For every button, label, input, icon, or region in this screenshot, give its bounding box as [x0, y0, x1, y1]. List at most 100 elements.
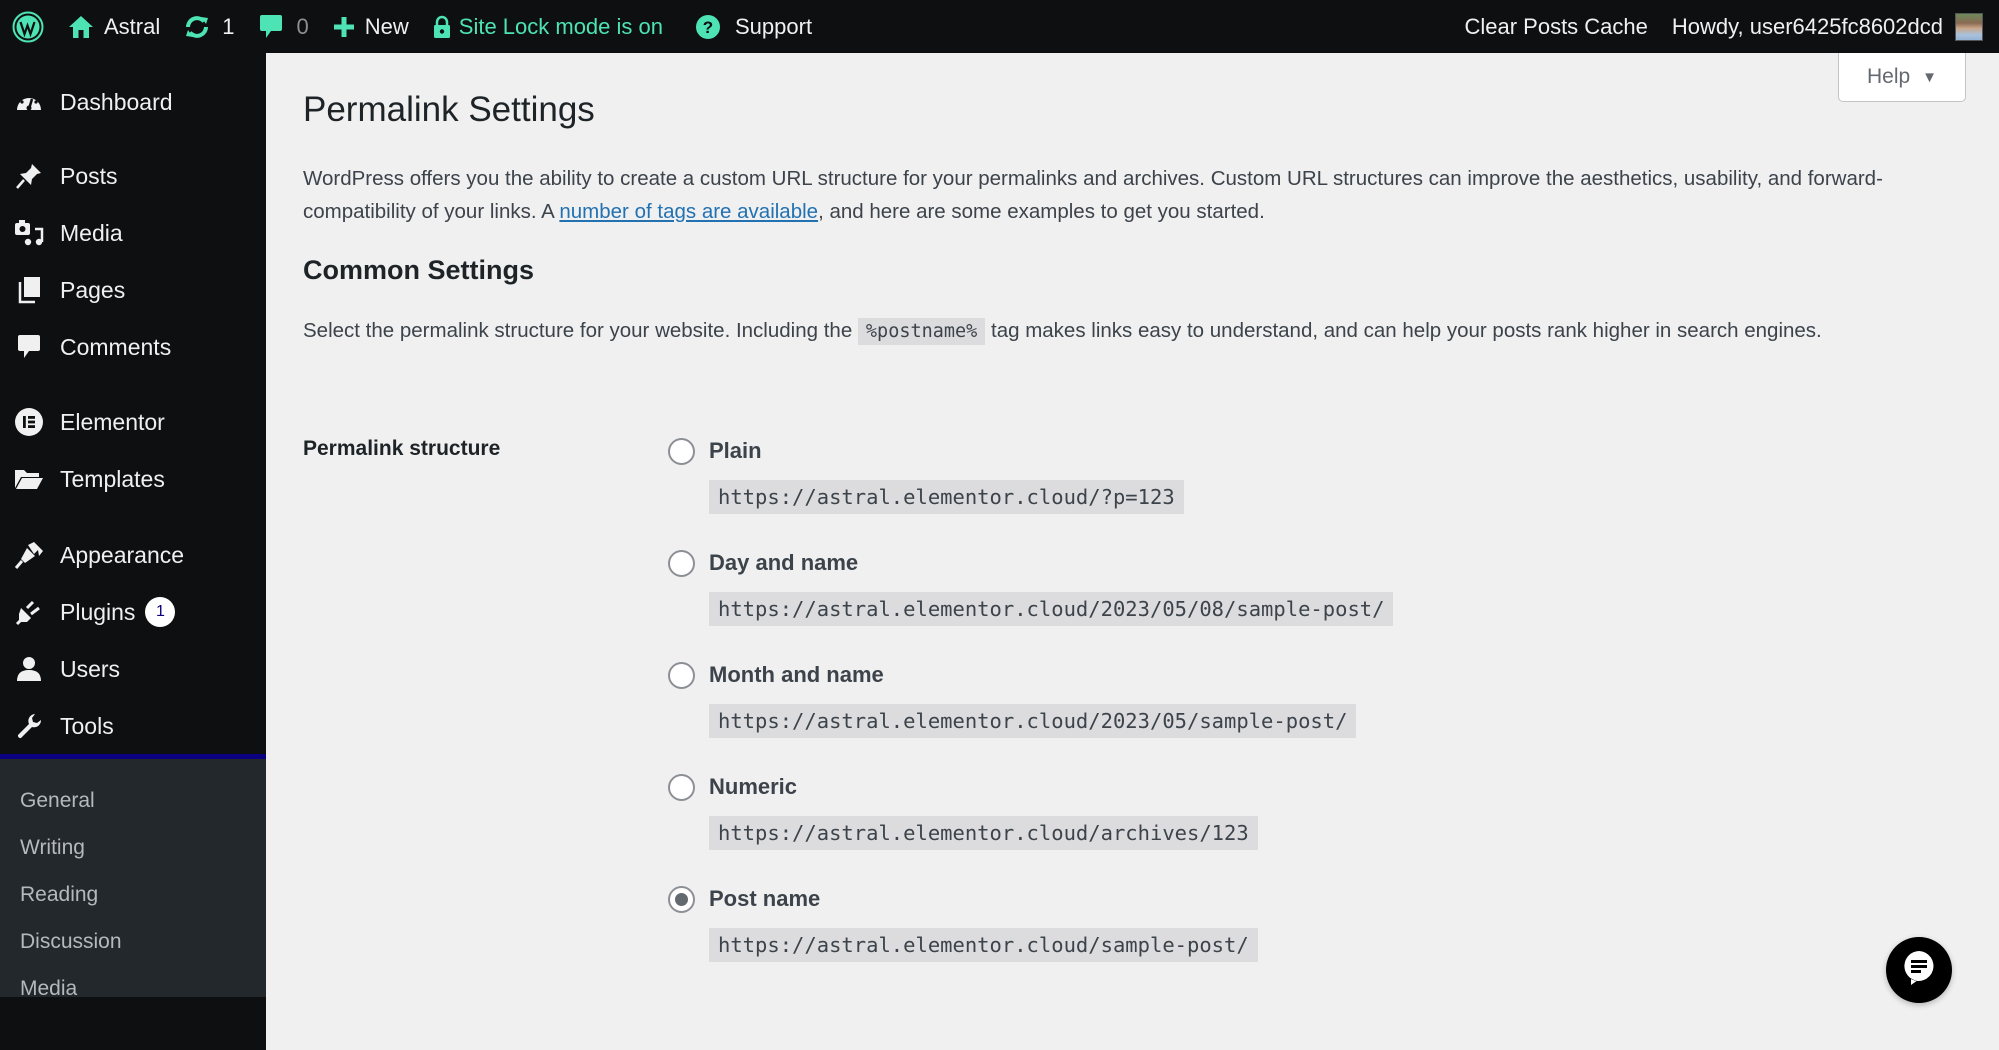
avatar: [1955, 12, 1983, 41]
help-tab-button[interactable]: Help ▼: [1838, 53, 1966, 102]
common-settings-description: Select the permalink structure for your …: [303, 315, 1963, 349]
postname-tag: %postname%: [857, 318, 986, 345]
site-name-menu[interactable]: Astral: [56, 0, 172, 53]
sidebar-label: Comments: [60, 333, 172, 360]
sidebar-item-users[interactable]: Users: [0, 641, 266, 697]
support-label: Support: [735, 13, 813, 39]
home-icon: [68, 14, 94, 40]
dashboard-icon: [14, 87, 44, 117]
site-lock-menu[interactable]: Site Lock mode is on: [421, 0, 675, 53]
comments-menu[interactable]: 0: [247, 0, 321, 53]
plain-radio-row[interactable]: Plain: [668, 436, 1184, 466]
option-month-and-name: Month and name https://astral.elementor.…: [668, 660, 1357, 738]
sidebar-item-dashboard[interactable]: Dashboard: [0, 74, 266, 130]
site-name: Astral: [104, 13, 161, 39]
sidebar-label: Users: [60, 655, 121, 682]
support-menu[interactable]: ? Support: [683, 0, 824, 53]
my-account-menu[interactable]: Howdy, user6425fc8602dcd: [1660, 0, 1999, 53]
chat-support-button[interactable]: [1886, 937, 1952, 1003]
wp-logo-menu[interactable]: [0, 0, 56, 53]
elementor-icon: [14, 407, 44, 437]
comment-icon: [259, 13, 283, 41]
sidebar-label: Media: [60, 219, 123, 246]
day-and-name-radio[interactable]: [668, 549, 695, 577]
folder-icon: [14, 464, 44, 494]
submenu-discussion[interactable]: Discussion: [20, 930, 122, 954]
option-label: Month and name: [709, 662, 884, 687]
submenu-media[interactable]: Media: [20, 977, 77, 1001]
option-example-url: https://astral.elementor.cloud/2023/05/s…: [709, 704, 1357, 738]
option-post-name: Post name https://astral.elementor.cloud…: [668, 884, 1258, 962]
sidebar-item-appearance[interactable]: Appearance: [0, 527, 266, 583]
sidebar-item-comments[interactable]: Comments: [0, 319, 266, 375]
sidebar-label: Pages: [60, 276, 126, 303]
new-content-menu[interactable]: New: [321, 0, 421, 53]
svg-text:?: ?: [703, 18, 713, 37]
site-lock-label: Site Lock mode is on: [458, 13, 663, 39]
sidebar-label: Elementor: [60, 408, 165, 435]
option-example-url: https://astral.elementor.cloud/archives/…: [709, 816, 1258, 850]
lock-icon: [433, 15, 451, 39]
admin-bar: Astral 1 0 New Site Lock mode is on ? Su…: [0, 0, 1999, 53]
day-and-name-radio-row[interactable]: Day and name: [668, 548, 1393, 578]
plugins-update-badge: 1: [145, 597, 176, 627]
post-name-radio[interactable]: [668, 885, 695, 913]
submenu-reading[interactable]: Reading: [20, 883, 98, 907]
media-icon: [14, 218, 44, 248]
sidebar-item-elementor[interactable]: Elementor: [0, 394, 266, 450]
updates-icon: [184, 15, 210, 39]
option-numeric: Numeric https://astral.elementor.cloud/a…: [668, 772, 1258, 850]
chat-bubble-icon: [1902, 950, 1936, 991]
sidebar-label: Posts: [60, 162, 118, 189]
help-label: Help: [1866, 65, 1911, 88]
sidebar-item-tools[interactable]: Tools: [0, 698, 266, 754]
permalink-structure-label: Permalink structure: [303, 437, 501, 460]
post-name-radio-row[interactable]: Post name: [668, 884, 1258, 914]
plain-radio[interactable]: [668, 437, 695, 465]
option-plain: Plain https://astral.elementor.cloud/?p=…: [668, 436, 1184, 514]
clear-cache-label: Clear Posts Cache: [1464, 13, 1648, 39]
option-label: Numeric: [709, 774, 798, 799]
common-settings-heading: Common Settings: [303, 255, 535, 285]
option-example-url: https://astral.elementor.cloud/sample-po…: [709, 928, 1258, 962]
sidebar-item-posts[interactable]: Posts: [0, 148, 266, 204]
sidebar-item-pages[interactable]: Pages: [0, 262, 266, 318]
comment-icon: [14, 332, 44, 362]
numeric-radio[interactable]: [668, 773, 695, 801]
paintbrush-icon: [14, 540, 44, 570]
numeric-radio-row[interactable]: Numeric: [668, 772, 1258, 802]
clear-posts-cache-button[interactable]: Clear Posts Cache: [1452, 0, 1659, 53]
submenu-writing[interactable]: Writing: [20, 836, 85, 860]
sidebar-item-templates[interactable]: Templates: [0, 451, 266, 507]
help-circle-icon: ?: [695, 14, 721, 40]
month-and-name-radio-row[interactable]: Month and name: [668, 660, 1356, 690]
updates-count: 1: [222, 13, 235, 39]
submenu-general[interactable]: General: [20, 789, 95, 813]
howdy-label: Howdy, user6425fc8602dcd: [1671, 13, 1943, 39]
option-label: Plain: [709, 438, 762, 463]
option-day-and-name: Day and name https://astral.elementor.cl…: [668, 548, 1394, 626]
sidebar-label: Tools: [60, 712, 114, 739]
main-content: Help ▼ Permalink Settings WordPress offe…: [266, 53, 1999, 1050]
option-example-url: https://astral.elementor.cloud/2023/05/0…: [709, 592, 1394, 626]
sidebar-label: Dashboard: [60, 88, 173, 115]
plus-icon: [333, 16, 355, 38]
updates-menu[interactable]: 1: [172, 0, 246, 53]
user-icon: [14, 654, 44, 684]
desc-text: Select the permalink structure for your …: [303, 319, 858, 342]
option-example-url: https://astral.elementor.cloud/?p=123: [709, 480, 1184, 514]
pages-icon: [14, 275, 44, 305]
sidebar-label: Plugins: [60, 598, 136, 625]
available-tags-link[interactable]: number of tags are available: [559, 200, 818, 223]
sidebar-item-media[interactable]: Media: [0, 205, 266, 261]
option-label: Day and name: [709, 550, 859, 575]
option-label: Post name: [709, 886, 821, 911]
wrench-icon: [14, 711, 44, 741]
sidebar-item-plugins[interactable]: Plugins 1: [0, 584, 266, 640]
desc-text-end: tag makes links easy to understand, and …: [985, 319, 1822, 342]
admin-menu: Dashboard Posts Media Pages Comments Ele…: [0, 53, 266, 1050]
sidebar-label: Templates: [60, 465, 165, 492]
comments-count: 0: [296, 13, 309, 39]
month-and-name-radio[interactable]: [668, 661, 695, 689]
intro-text-end: , and here are some examples to get you …: [818, 199, 1265, 223]
